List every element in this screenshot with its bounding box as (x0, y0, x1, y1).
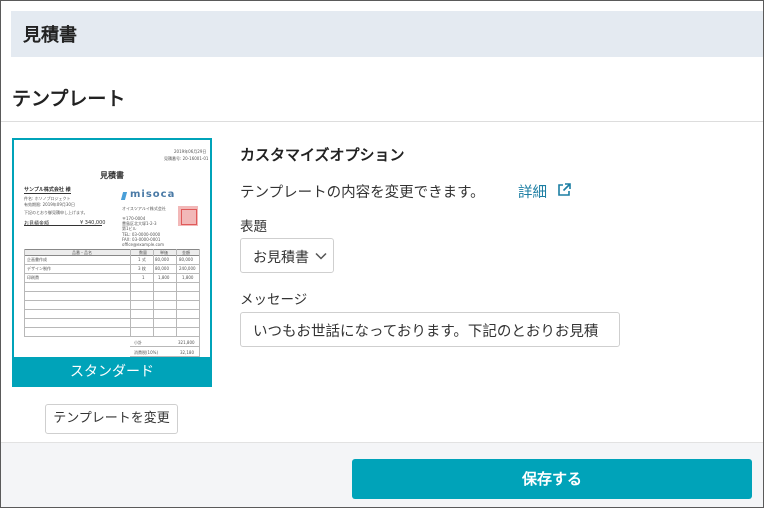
preview-tax: 32,180 (180, 350, 194, 355)
preview-doc-number: 見積番号: 20-16001-01 (164, 156, 209, 161)
save-button[interactable]: 保存する (352, 459, 752, 499)
preview-table-col-line (153, 249, 154, 337)
preview-row3-price: 1,800 (158, 275, 170, 280)
preview-row2-item: デザイン制作 (27, 266, 51, 271)
subject-label: 表題 (240, 219, 267, 235)
message-input-value: いつもお世話になっております。下記のとおりお見積 (253, 324, 599, 340)
estimate-window: 見積書 テンプレート 2019年06月29日 見積番号: 20-16001-01… (0, 0, 764, 508)
external-link-icon[interactable] (556, 182, 572, 198)
preview-subtotal-label: 小計 (134, 340, 142, 345)
preview-table: 品番・品名 数量 単価 金額 企画書作成 1 式 80,000 80,000 デ… (24, 249, 200, 357)
preview-table-border-left (24, 249, 25, 337)
preview-table-row-line (24, 264, 200, 265)
preview-col-item: 品番・品名 (72, 250, 92, 255)
preview-row2-amount: 240,000 (179, 266, 196, 271)
detail-link[interactable]: 詳細 (518, 181, 547, 202)
preview-col-qty: 数量 (139, 250, 147, 255)
preview-row3-qty: 1 (142, 275, 145, 280)
preview-tax-label: 消費税(10%) (134, 350, 159, 355)
preview-customer: サンプル株式会社 様 (24, 187, 71, 194)
preview-table-border-right (199, 249, 200, 357)
preview-table-row-line (24, 336, 200, 337)
page-header: 見積書 (11, 11, 763, 57)
footer-bar: 保存する (1, 442, 763, 507)
preview-row2-price: 80,000 (155, 266, 169, 271)
message-input[interactable]: いつもお世話になっております。下記のとおりお見積 (240, 312, 620, 347)
preview-email: office@example.com (122, 242, 165, 247)
preview-table-row-line (24, 318, 200, 319)
preview-row3-amount: 1,800 (182, 275, 194, 280)
preview-tax-line (130, 356, 200, 357)
preview-row3-item: 印刷費 (27, 275, 39, 280)
company-seal-icon (178, 206, 198, 226)
preview-row2-qty: 3 枚 (138, 266, 146, 271)
section-divider (1, 121, 763, 122)
customize-options-description: テンプレートの内容を変更できます。 (240, 185, 485, 201)
preview-table-row-line (24, 327, 200, 328)
template-section-title: テンプレート (12, 88, 126, 110)
preview-date: 2019年06月29日 (174, 149, 207, 154)
preview-row1-qty: 1 式 (138, 257, 146, 262)
preview-deadline-line: 有効期限: 2019年09月30日 (24, 202, 75, 207)
preview-table-col-line (130, 249, 131, 337)
preview-subtotal-line (130, 346, 200, 347)
subject-select-value: お見積書 (253, 250, 309, 266)
template-card[interactable]: 2019年06月29日 見積番号: 20-16001-01 見積書 サンプル株式… (12, 138, 212, 387)
template-preview: 2019年06月29日 見積番号: 20-16001-01 見積書 サンプル株式… (14, 140, 210, 357)
subject-select[interactable]: お見積書 (240, 238, 334, 273)
preview-table-row-line (24, 273, 200, 274)
preview-table-row-line (24, 309, 200, 310)
preview-row1-amount: 80,000 (179, 257, 193, 262)
preview-table-header (24, 249, 200, 256)
preview-table-row-line (24, 300, 200, 301)
chevron-down-icon (315, 252, 327, 260)
template-name-label: スタンダード (70, 364, 154, 380)
preview-table-row-line (24, 291, 200, 292)
preview-col-price: 単価 (160, 250, 168, 255)
customize-options-title: カスタマイズオプション (240, 146, 405, 164)
preview-subtotal: 321,800 (178, 340, 195, 345)
preview-amount-underline (24, 225, 102, 226)
preview-table-row-line (24, 282, 200, 283)
preview-row1-price: 80,000 (155, 257, 169, 262)
preview-col-amount: 金額 (182, 250, 190, 255)
preview-title: 見積書 (100, 171, 124, 180)
misoca-logo-mark (120, 192, 128, 200)
preview-note-line: 下記のとおり御見積申し上げます。 (24, 210, 88, 215)
change-template-button[interactable]: テンプレートを変更 (45, 404, 178, 434)
preview-row1-item: 企画書作成 (27, 257, 47, 262)
page-title: 見積書 (23, 25, 77, 46)
preview-company: オイスツアルイ株式会社 (122, 206, 166, 211)
preview-table-col-line (176, 249, 177, 337)
message-label: メッセージ (240, 292, 308, 308)
preview-logo: misoca (130, 189, 176, 200)
